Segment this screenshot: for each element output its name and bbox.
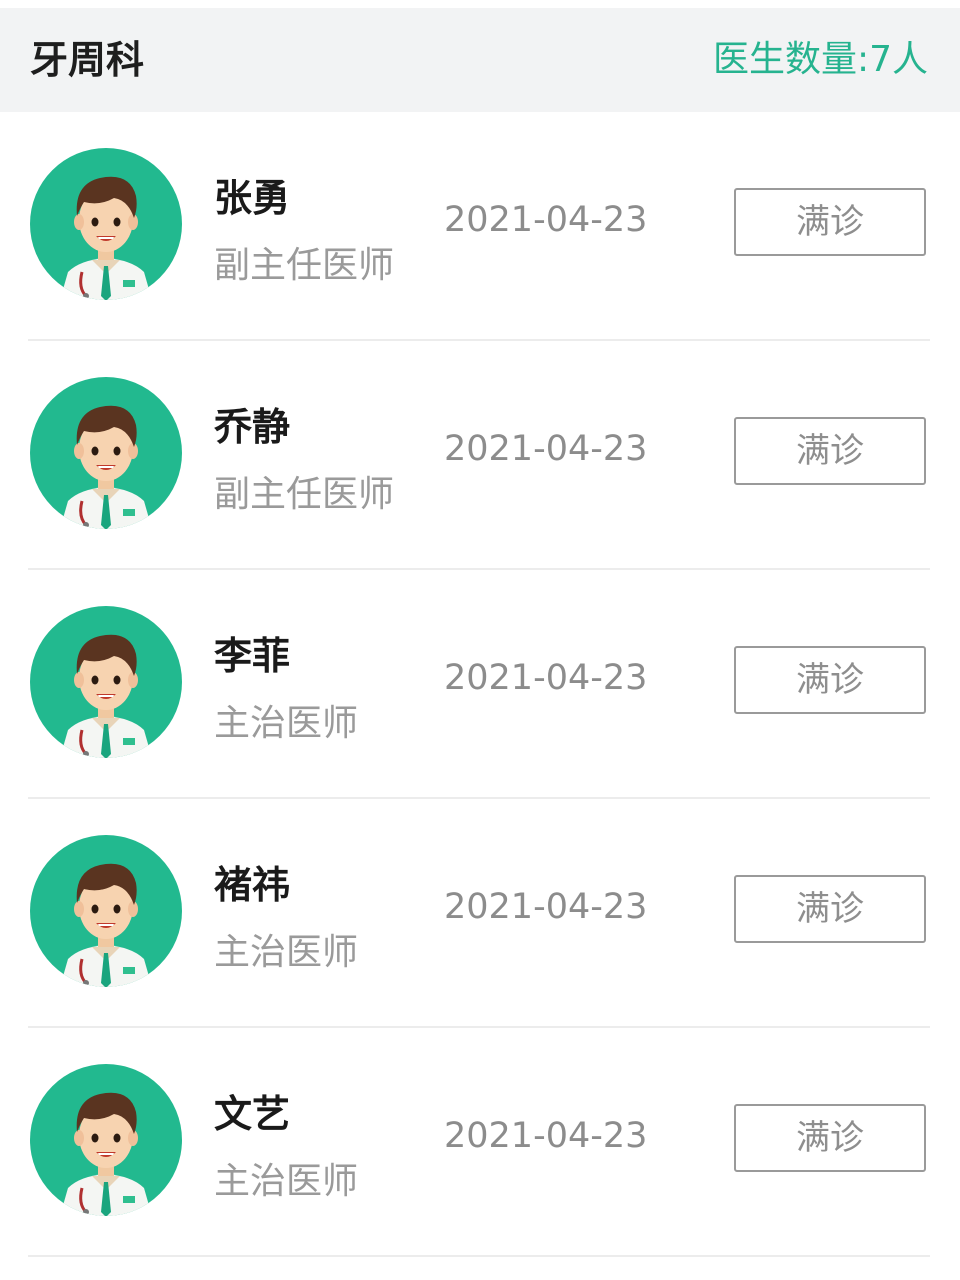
appointment-date: 2021-04-23 bbox=[444, 658, 648, 698]
doctor-list: 张勇 副主任医师 2021-04-23 满诊 乔静 副主任医师 2021-04-… bbox=[0, 112, 960, 1257]
full-status-button[interactable]: 满诊 bbox=[734, 646, 926, 714]
doctor-title: 副主任医师 bbox=[214, 245, 395, 286]
full-status-button[interactable]: 满诊 bbox=[734, 417, 926, 485]
doctor-avatar-icon bbox=[30, 606, 182, 758]
doctor-title: 副主任医师 bbox=[214, 474, 395, 515]
doctor-row[interactable]: 文艺 主治医师 2021-04-23 满诊 bbox=[0, 1028, 960, 1257]
doctor-avatar-icon bbox=[30, 1064, 182, 1216]
appointment-date: 2021-04-23 bbox=[444, 429, 648, 469]
appointment-date: 2021-04-23 bbox=[444, 887, 648, 927]
doctor-row[interactable]: 褚祎 主治医师 2021-04-23 满诊 bbox=[0, 799, 960, 1028]
doctor-avatar-icon bbox=[30, 148, 182, 300]
doctor-name: 李菲 bbox=[214, 634, 291, 678]
department-title: 牙周科 bbox=[30, 38, 145, 82]
appointment-date: 2021-04-23 bbox=[444, 200, 648, 240]
appointment-date: 2021-04-23 bbox=[444, 1116, 648, 1156]
department-header: 牙周科 医生数量:7人 bbox=[0, 8, 960, 112]
doctor-title: 主治医师 bbox=[214, 1161, 359, 1202]
doctor-row[interactable]: 李菲 主治医师 2021-04-23 满诊 bbox=[0, 570, 960, 799]
doctor-name: 乔静 bbox=[214, 405, 291, 449]
doctor-avatar-icon bbox=[30, 835, 182, 987]
doctor-title: 主治医师 bbox=[214, 703, 359, 744]
full-status-button[interactable]: 满诊 bbox=[734, 1104, 926, 1172]
doctor-row[interactable]: 张勇 副主任医师 2021-04-23 满诊 bbox=[0, 112, 960, 341]
doctor-name: 张勇 bbox=[214, 176, 291, 220]
full-status-button[interactable]: 满诊 bbox=[734, 188, 926, 256]
doctor-name: 文艺 bbox=[214, 1092, 291, 1136]
row-divider bbox=[28, 1255, 930, 1257]
doctor-count: 医生数量:7人 bbox=[712, 39, 928, 80]
doctor-name: 褚祎 bbox=[214, 863, 291, 907]
doctor-avatar-icon bbox=[30, 377, 182, 529]
doctor-title: 主治医师 bbox=[214, 932, 359, 973]
full-status-button[interactable]: 满诊 bbox=[734, 875, 926, 943]
doctor-row[interactable]: 乔静 副主任医师 2021-04-23 满诊 bbox=[0, 341, 960, 570]
